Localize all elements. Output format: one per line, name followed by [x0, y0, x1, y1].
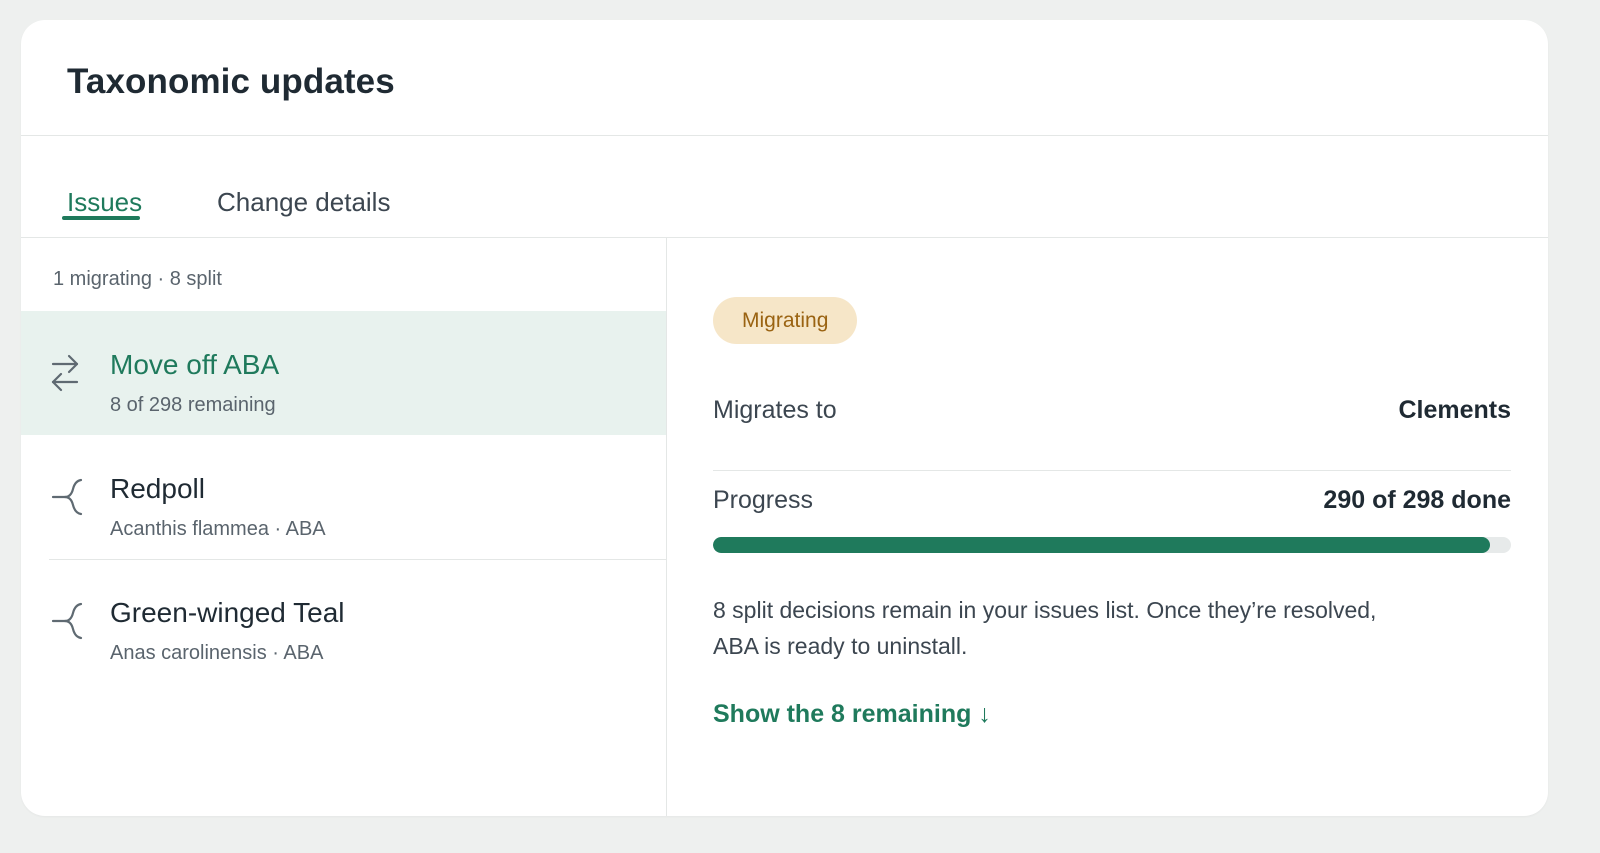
issue-name: Green-winged Teal: [110, 597, 345, 628]
progress-value: 290 of 298 done: [1323, 486, 1511, 514]
tab-change-details[interactable]: Change details: [217, 187, 390, 218]
list-item-green-winged-teal[interactable]: Green-winged Teal Anas carolinensis · AB…: [21, 559, 666, 683]
show-remaining-link[interactable]: Show the 8 remaining ↓: [713, 700, 991, 729]
card-header: Taxonomic updates: [21, 20, 1548, 136]
issues-summary: 1 migrating · 8 split: [53, 268, 222, 290]
migrates-to-label: Migrates to: [713, 396, 837, 424]
issue-detail-panel: Migrating Migrates to Clements Progress …: [667, 238, 1548, 816]
issues-list-panel: 1 migrating · 8 split Move off ABA 8 of …: [21, 238, 667, 816]
split-icon: [51, 601, 83, 641]
issue-subtext: Acanthis flammea · ABA: [110, 518, 326, 540]
detail-divider: [713, 470, 1511, 471]
page-title: Taxonomic updates: [67, 62, 395, 101]
progress-bar-fill: [713, 537, 1490, 553]
issue-subtext: 8 of 298 remaining: [110, 394, 276, 416]
swap-arrows-icon: [51, 353, 79, 393]
active-tab-indicator: [62, 216, 140, 220]
taxonomic-updates-card: Taxonomic updates Issues Change details …: [21, 20, 1548, 816]
list-item-move-off-aba[interactable]: Move off ABA 8 of 298 remaining: [21, 311, 666, 435]
progress-bar: [713, 537, 1511, 553]
migrates-to-value: Clements: [1398, 396, 1511, 424]
detail-note: 8 split decisions remain in your issues …: [713, 597, 1377, 659]
issue-subtext: Anas carolinensis · ABA: [110, 642, 324, 664]
tab-bar: Issues Change details: [21, 135, 1548, 238]
issue-name: Redpoll: [110, 473, 205, 504]
issue-name: Move off ABA: [110, 349, 280, 380]
tab-issues[interactable]: Issues: [67, 187, 142, 218]
list-item-redpoll[interactable]: Redpoll Acanthis flammea · ABA: [21, 435, 666, 559]
progress-label: Progress: [713, 486, 814, 514]
split-icon: [51, 477, 83, 517]
status-badge: Migrating: [713, 297, 858, 344]
